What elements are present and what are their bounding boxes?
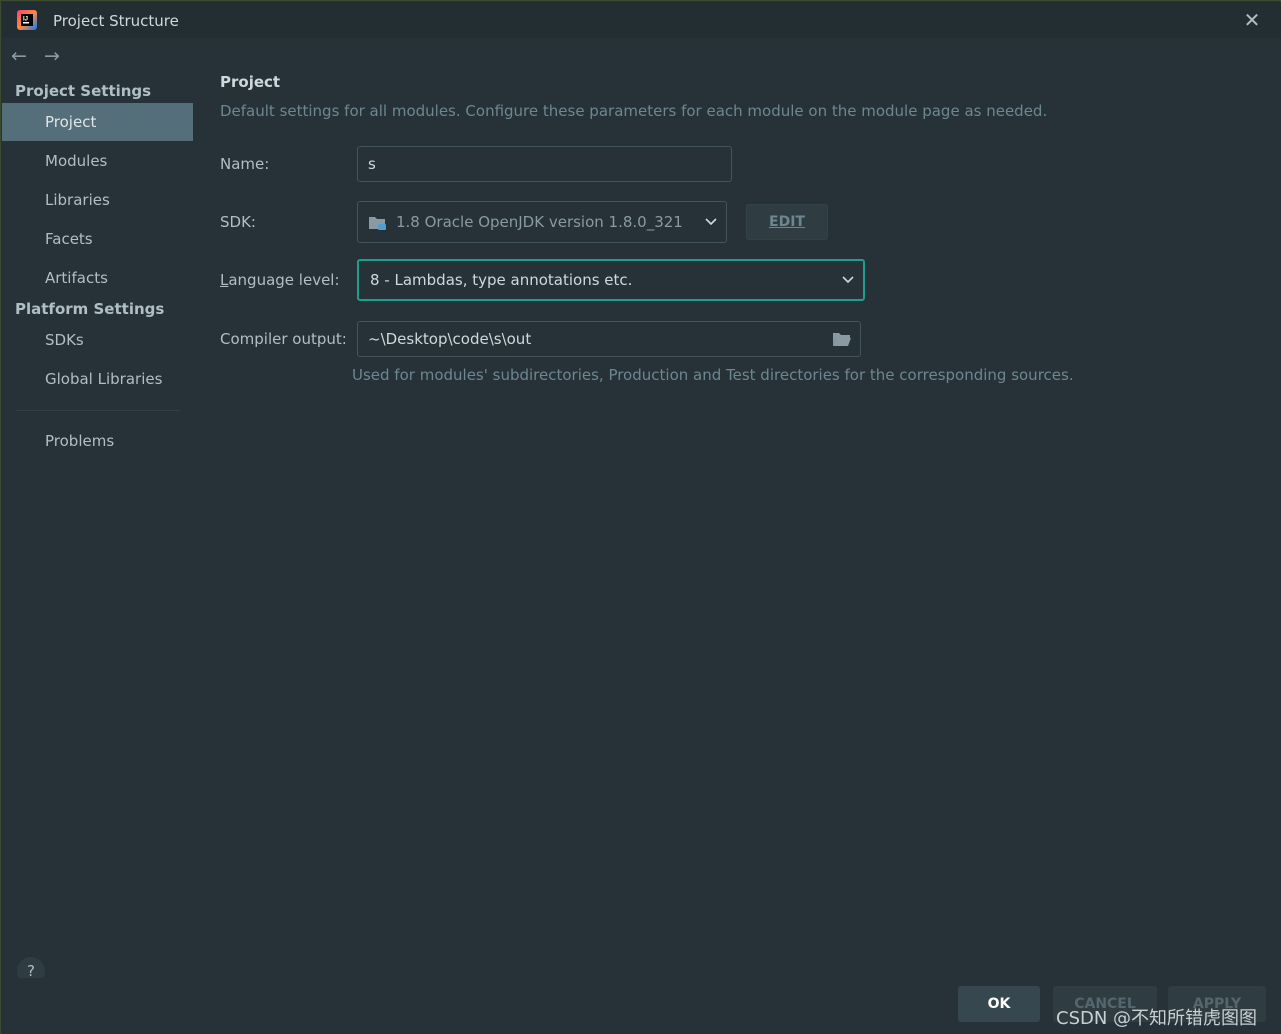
edit-button-label: EDIT [769,214,805,230]
page-description: Default settings for all modules. Config… [220,102,1048,120]
sidebar-item-global-libraries[interactable]: Global Libraries [2,360,193,398]
forward-arrow-icon[interactable]: → [44,46,66,66]
sdk-folder-icon [369,217,386,230]
intellij-app-icon: IJ [17,10,37,30]
ok-button[interactable]: OK [958,986,1040,1022]
project-settings-panel: Project Default settings for all modules… [193,38,1281,978]
compiler-output-field[interactable]: ~\Desktop\code\s\out [357,321,861,357]
sidebar-item-problems[interactable]: Problems [2,422,193,460]
edit-sdk-button[interactable]: EDIT [746,204,828,240]
chevron-down-icon [842,276,854,284]
sidebar-item-artifacts[interactable]: Artifacts [2,259,193,297]
sidebar: ← → Project Settings Project Modules Lib… [2,38,193,978]
project-structure-dialog: IJ Project Structure ✕ ← → Project Setti… [0,0,1281,1034]
sidebar-item-libraries[interactable]: Libraries [2,181,193,219]
sidebar-item-project[interactable]: Project [2,103,193,141]
watermark: CSDN @不知所错虎图图 [1056,1008,1258,1029]
sidebar-item-facets[interactable]: Facets [2,220,193,258]
sidebar-item-modules[interactable]: Modules [2,142,193,180]
sidebar-divider [16,410,180,411]
project-settings-header: Project Settings [15,82,152,100]
title-bar: IJ Project Structure ✕ [2,2,1281,38]
name-label: Name: [220,155,270,173]
back-arrow-icon[interactable]: ← [11,46,33,66]
sdk-dropdown[interactable]: 1.8 Oracle OpenJDK version 1.8.0_321 [357,201,727,243]
language-level-label: Language level: [220,271,340,289]
svg-text:IJ: IJ [23,17,28,23]
close-icon[interactable]: ✕ [1240,8,1264,32]
platform-settings-header: Platform Settings [15,300,165,318]
page-title: Project [220,73,281,91]
language-level-dropdown[interactable]: 8 - Lambdas, type annotations etc. [357,259,865,301]
compiler-output-value: ~\Desktop\code\s\out [368,330,532,348]
name-input[interactable]: s [357,146,732,182]
window-title: Project Structure [53,12,179,30]
sdk-value: 1.8 Oracle OpenJDK version 1.8.0_321 [396,213,683,231]
compiler-output-hint: Used for modules' subdirectories, Produc… [352,366,1074,384]
language-level-value: 8 - Lambdas, type annotations etc. [370,271,633,289]
language-level-label-text: anguage level: [228,271,340,289]
sdk-label: SDK: [220,213,256,231]
compiler-output-label: Compiler output: [220,330,347,348]
browse-folder-icon[interactable] [832,330,852,348]
chevron-down-icon [705,218,717,226]
sidebar-item-sdks[interactable]: SDKs [2,321,193,359]
